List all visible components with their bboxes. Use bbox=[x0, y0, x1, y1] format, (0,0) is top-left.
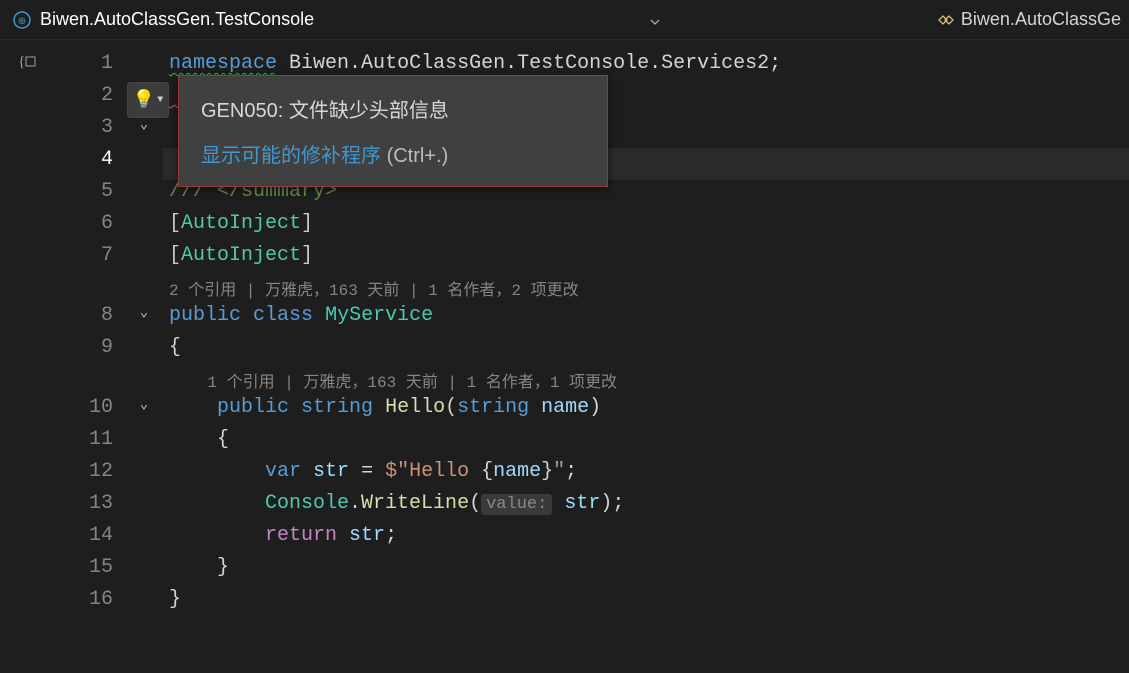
code-line[interactable]: Console.WriteLine(value: str); bbox=[163, 492, 1129, 524]
code-line[interactable]: } bbox=[163, 556, 1129, 588]
diagnostic-message: GEN050: 文件缺少头部信息 bbox=[201, 94, 585, 123]
codelens-method[interactable]: 1 个引用 | 万雅虎，163 天前 | 1 名作者，1 项更改 bbox=[163, 368, 1129, 396]
line-number: 14 bbox=[55, 524, 125, 556]
editor-area: { 1 2 3 4 5 6 7 8 9 10 11 12 13 14 15 16… bbox=[0, 40, 1129, 673]
tab-title: Biwen.AutoClassGen.TestConsole bbox=[40, 9, 314, 30]
lightbulb-icon: 💡 bbox=[133, 89, 155, 111]
line-number: 12 bbox=[55, 460, 125, 492]
quick-fix-shortcut: (Ctrl+.) bbox=[387, 145, 449, 167]
line-number: 13 bbox=[55, 492, 125, 524]
folding-gutter: ⌄ ⌄ ⌄ bbox=[125, 40, 163, 673]
fold-chevron-icon[interactable]: ⌄ bbox=[125, 396, 163, 428]
tab-bar: ⊕ Biwen.AutoClassGen.TestConsole Biwen.A… bbox=[0, 0, 1129, 40]
line-number-gutter: 1 2 3 4 5 6 7 8 9 10 11 12 13 14 15 16 bbox=[55, 40, 125, 673]
code-line[interactable]: [AutoInject] bbox=[163, 244, 1129, 276]
line-number: 1 bbox=[55, 52, 125, 84]
line-number: 5 bbox=[55, 180, 125, 212]
line-number-spacer bbox=[55, 276, 125, 304]
svg-text:⊕: ⊕ bbox=[18, 16, 26, 27]
class-icon bbox=[935, 10, 955, 30]
fold-chevron-icon[interactable]: ⌄ bbox=[125, 116, 163, 148]
code-line[interactable]: return str; bbox=[163, 524, 1129, 556]
code-line[interactable]: public class MyService bbox=[163, 304, 1129, 336]
active-tab[interactable]: ⊕ Biwen.AutoClassGen.TestConsole bbox=[0, 0, 675, 39]
code-line[interactable]: { bbox=[163, 428, 1129, 460]
diagnostic-tooltip: GEN050: 文件缺少头部信息 显示可能的修补程序 (Ctrl+.) bbox=[178, 75, 608, 187]
csharp-file-icon: ⊕ bbox=[12, 10, 32, 30]
code-content[interactable]: 💡 ▼ GEN050: 文件缺少头部信息 显示可能的修补程序 (Ctrl+.) … bbox=[163, 40, 1129, 673]
inlay-hint: value: bbox=[481, 494, 552, 515]
codelens-class[interactable]: 2 个引用 | 万雅虎，163 天前 | 1 名作者，2 项更改 bbox=[163, 276, 1129, 304]
inactive-tab-title: Biwen.AutoClassGe bbox=[961, 9, 1121, 30]
line-number: 16 bbox=[55, 588, 125, 620]
line-number: 7 bbox=[55, 244, 125, 276]
line-number: 11 bbox=[55, 428, 125, 460]
code-line[interactable]: public string Hello(string name) bbox=[163, 396, 1129, 428]
tab-dropdown-icon[interactable] bbox=[650, 9, 662, 30]
code-line[interactable]: [AutoInject] bbox=[163, 212, 1129, 244]
quick-fix-link[interactable]: 显示可能的修补程序 bbox=[201, 145, 381, 167]
svg-text:{: { bbox=[18, 54, 25, 70]
code-line[interactable]: } bbox=[163, 588, 1129, 620]
outline-gutter: { bbox=[0, 40, 55, 673]
code-line[interactable]: { bbox=[163, 336, 1129, 368]
line-number: 10 bbox=[55, 396, 125, 428]
line-number: 4 bbox=[55, 148, 125, 180]
line-number: 6 bbox=[55, 212, 125, 244]
quick-fix-row[interactable]: 显示可能的修补程序 (Ctrl+.) bbox=[201, 139, 585, 168]
line-number-spacer bbox=[55, 368, 125, 396]
line-number: 3 bbox=[55, 116, 125, 148]
fold-chevron-icon[interactable]: ⌄ bbox=[125, 304, 163, 336]
namespace-outline-icon[interactable]: { bbox=[18, 52, 55, 75]
line-number: 2 bbox=[55, 84, 125, 116]
line-number: 9 bbox=[55, 336, 125, 368]
inactive-tab[interactable]: Biwen.AutoClassGe bbox=[927, 0, 1129, 39]
line-number: 8 bbox=[55, 304, 125, 336]
code-line[interactable]: var str = $"Hello {name}"; bbox=[163, 460, 1129, 492]
line-number: 15 bbox=[55, 556, 125, 588]
